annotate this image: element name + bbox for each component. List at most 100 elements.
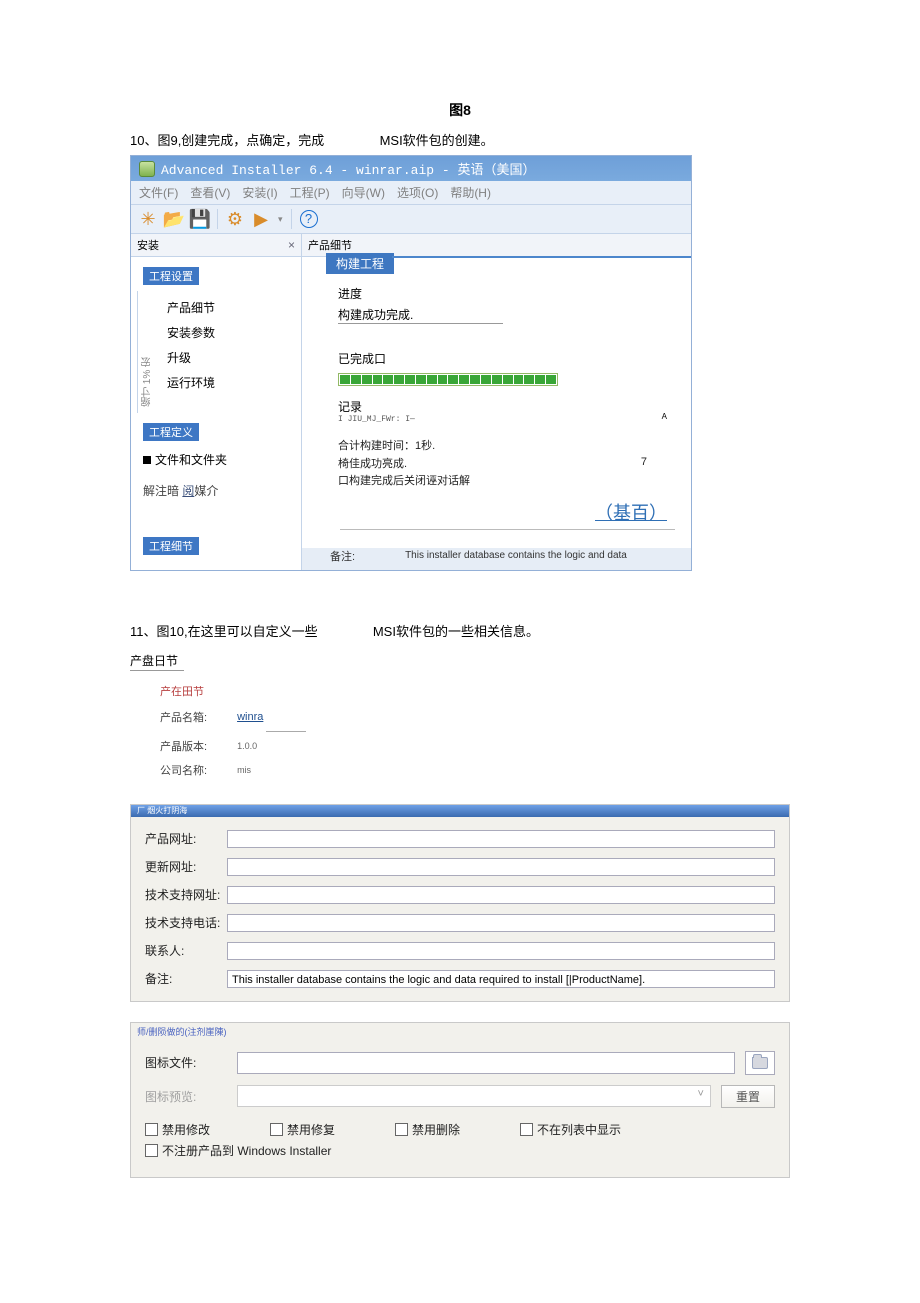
section-project-def: 工程定义 (143, 423, 199, 441)
checkbox-icon (520, 1123, 533, 1136)
support-tel-label: 技术支持电话: (145, 914, 227, 931)
detail-name-label: 产品名箱: (160, 709, 207, 725)
icon-file-input[interactable] (237, 1052, 735, 1074)
cb-hide-in-list[interactable]: 不在列表中显示 (520, 1121, 621, 1138)
left-panel-title: 安装 (137, 237, 159, 253)
help-icon[interactable]: ? (300, 210, 318, 228)
app-window: Advanced Installer 6.4 - winrar.aip - 英语… (130, 155, 692, 571)
vertical-zoom-label: 缩寸 1% 宏 (137, 291, 157, 413)
cb-disable-repair[interactable]: 禁用修复 (270, 1121, 335, 1138)
folder-icon (752, 1057, 768, 1069)
build-icon[interactable]: ⚙ (226, 210, 244, 228)
notes-suffix: 媒介 (194, 484, 218, 498)
notes-line: 解注暗 阅媒介 (131, 472, 301, 509)
run-dd-icon[interactable]: ▾ (278, 214, 283, 225)
checkbox-icon (270, 1123, 283, 1136)
save-icon[interactable]: 💾 (191, 210, 209, 228)
summary-count: 7 (641, 454, 647, 472)
left-panel: 安装 × 工程设置 缩寸 1% 宏 产品细节 安装参数 升级 运行环境 工程定义… (131, 234, 302, 570)
browse-button[interactable] (745, 1051, 775, 1075)
tree-files-folders[interactable]: 文件和文件夹 (131, 447, 301, 472)
cb-hide-in-list-label: 不在列表中显示 (537, 1123, 621, 1137)
new-icon[interactable]: ✳ (139, 210, 157, 228)
support-url-input[interactable] (227, 886, 775, 904)
update-url-label: 更新网址: (145, 858, 227, 875)
contact-input[interactable] (227, 942, 775, 960)
remark-input[interactable]: This installer database contains the log… (227, 970, 775, 988)
detail-name-value: winra (237, 711, 263, 723)
detail-company-label: 公司名称: (160, 762, 207, 778)
reset-button[interactable]: 重置 (721, 1085, 775, 1108)
detail-company-value: mis (237, 765, 251, 775)
icon-panel: 师/删陨做的(注剂崖陳) 图标文件: 图标预览: 重置 禁用修改 禁用修复 (130, 1022, 790, 1178)
left-panel-close-icon[interactable]: × (288, 238, 295, 252)
app-icon (139, 161, 155, 177)
remark-label: 备注: (330, 548, 355, 564)
remark-form-label: 备注: (145, 970, 227, 987)
remark-value: This installer database contains the log… (405, 550, 627, 561)
contact-label: 联系人: (145, 942, 227, 959)
menu-file[interactable]: 文件(F) (139, 184, 178, 201)
detail-header: 产在田节 (160, 683, 790, 699)
titlebar: Advanced Installer 6.4 - winrar.aip - 英语… (131, 156, 691, 181)
tree-install-params[interactable]: 安装参数 (165, 320, 217, 345)
cb-disable-repair-label: 禁用修复 (287, 1123, 335, 1137)
step11-prefix: 11、图10,在这里可以自定义一些 (130, 624, 318, 639)
section-project-detail: 工程细节 (143, 537, 199, 555)
remark-row: 备注: This installer database contains the… (302, 548, 691, 570)
cb-no-register[interactable]: 不注册产品到 Windows Installer (145, 1142, 331, 1159)
cb-disable-modify[interactable]: 禁用修改 (145, 1121, 210, 1138)
done-label: 已完成口 (338, 350, 677, 367)
progress-bar (338, 373, 558, 386)
form-panel: 厂 烟火打阴海 产品网址: 更新网址: 技术支持网址: 技术支持电话: (130, 804, 790, 1002)
menu-options[interactable]: 选项(O) (397, 184, 438, 201)
cb-disable-modify-label: 禁用修改 (162, 1123, 210, 1137)
tree-list: 产品细节 安装参数 升级 运行环境 (157, 291, 217, 413)
log-label: 记录 (338, 398, 677, 415)
step10-suffix: MSI软件包的创建。 (380, 133, 494, 148)
left-panel-header: 安装 × (131, 234, 301, 257)
open-icon[interactable]: 📂 (165, 210, 183, 228)
figure-caption: 图8 (130, 100, 790, 120)
menu-project[interactable]: 工程(P) (290, 184, 330, 201)
checkbox-icon (395, 1123, 408, 1136)
toolbar-sep2 (291, 209, 292, 229)
build-tab: 构建工程 (326, 253, 394, 274)
tree-files-folders-label: 文件和文件夹 (155, 453, 227, 467)
menu-wizard[interactable]: 向导(W) (342, 184, 385, 201)
checkbox-icon (145, 1123, 158, 1136)
close-after-build-cb[interactable]: 口构建完成后关闭诬对话解 (338, 473, 677, 491)
title-text: Advanced Installer 6.4 - winrar.aip - 英语… (161, 159, 535, 178)
tree-runtime[interactable]: 运行环境 (165, 370, 217, 395)
run-icon[interactable]: ▶ (252, 210, 270, 228)
menu-install[interactable]: 安装(I) (242, 184, 277, 201)
update-url-input[interactable] (227, 858, 775, 876)
icon-preview-label: 图标预览: (145, 1088, 227, 1105)
summary-time: 合计构建时间：1秒. (338, 438, 677, 456)
step11-suffix: MSI软件包的一些相关信息。 (373, 624, 539, 639)
step-11-line: 11、图10,在这里可以自定义一些 MSI软件包的一些相关信息。 (130, 621, 790, 640)
link-block: （基百） (338, 499, 677, 525)
jibai-link[interactable]: （基百） (595, 503, 667, 523)
log-block: 记录 I JIU_MJ_FWr: I— A (338, 398, 677, 424)
notes-link[interactable]: 阅 (182, 484, 194, 498)
menu-view[interactable]: 查看(V) (190, 184, 230, 201)
content-area: 构建工程 进度 构建成功完成. 已完成口 记录 I JIU_MJ_FWr: I— (302, 257, 691, 548)
build-summary: 合计构建时间：1秒. 椅佳成功亮成. 7 口构建完成后关闭诬对话解 (338, 438, 677, 491)
checkbox-icon (145, 1144, 158, 1157)
section-project-settings: 工程设置 (143, 267, 199, 285)
menubar: 文件(F) 查看(V) 安装(I) 工程(P) 向导(W) 选项(O) 帮助(H… (131, 181, 691, 205)
icon-file-label: 图标文件: (145, 1054, 227, 1071)
icon-panel-title: 师/删陨做的(注剂崖陳) (131, 1023, 789, 1040)
details-box: 产在田节 产品名箱: winra 产晶版本: 1.0.0 公司名称: mis (130, 683, 790, 782)
product-url-input[interactable] (227, 830, 775, 848)
support-tel-input[interactable] (227, 914, 775, 932)
cb-disable-delete[interactable]: 禁用删除 (395, 1121, 460, 1138)
tree-product-detail[interactable]: 产品细节 (165, 295, 217, 320)
icon-preview-dropdown[interactable] (237, 1085, 711, 1107)
tree-upgrade[interactable]: 升级 (165, 345, 217, 370)
menu-help[interactable]: 帮助(H) (450, 184, 491, 201)
step10-prefix: 10、图9,创建完成，点确定，完成 (130, 133, 324, 148)
bullet-icon (143, 456, 151, 464)
cb-disable-delete-label: 禁用删除 (412, 1123, 460, 1137)
